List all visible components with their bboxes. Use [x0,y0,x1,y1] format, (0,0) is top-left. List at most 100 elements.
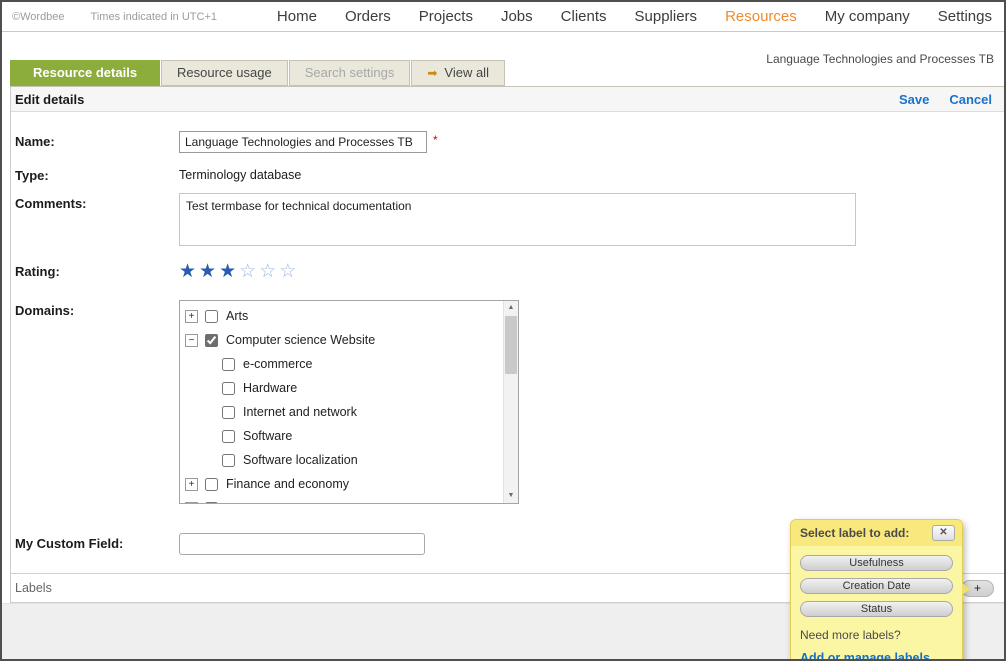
tab-resource-details-label: Resource details [33,61,137,85]
custom-field-input[interactable] [179,533,425,555]
comments-textarea[interactable]: Test termbase for technical documentatio… [179,193,856,246]
nav-suppliers[interactable]: Suppliers [635,8,698,25]
star-empty-icon[interactable]: ☆ [239,261,259,282]
checkbox-internet-network[interactable] [222,406,235,419]
tree-item-partial: + [180,496,518,504]
popup-pointer [962,583,970,595]
scrollbar-thumb[interactable] [505,316,517,374]
checkbox-software-localization[interactable] [222,454,235,467]
checkbox-computer-science[interactable] [205,334,218,347]
rating-stars[interactable]: ★★★☆☆☆ [179,261,299,283]
label-option-creation-date[interactable]: Creation Date [800,578,953,594]
nav-resources[interactable]: Resources [725,8,797,25]
tree-item-computer-science: − Computer science Website [180,328,518,352]
rating-label: Rating: [15,261,179,279]
name-row: Name: * [11,131,1004,153]
star-filled-icon[interactable]: ★ [199,261,219,282]
star-empty-icon[interactable]: ☆ [259,261,279,282]
tree-item-software-localization: Software localization [180,448,518,472]
tree-item-finance-economy: + Finance and economy [180,472,518,496]
edit-details-title: Edit details [15,92,84,107]
label-option-status[interactable]: Status [800,601,953,617]
tab-view-all-label: View all [444,61,489,85]
cancel-button[interactable]: Cancel [949,92,992,107]
tree-item-label: Arts [226,309,248,323]
required-marker: * [433,131,438,147]
domains-row: Domains: + Arts − Computer science Websi… [11,300,1004,504]
popup-header: Select label to add: ✕ [791,520,962,546]
scroll-down-icon[interactable]: ▼ [504,489,518,503]
type-row: Type: Terminology database [11,165,1004,183]
nav-home[interactable]: Home [277,8,317,25]
star-filled-icon[interactable]: ★ [179,261,199,282]
labels-title: Labels [15,581,52,595]
comments-label: Comments: [15,193,179,211]
tab-view-all[interactable]: ➡ View all [411,60,505,86]
expand-icon[interactable]: + [185,310,198,323]
tab-resource-details[interactable]: Resource details [10,60,160,86]
tree-item-hardware: Hardware [180,376,518,400]
checkbox-partial[interactable] [205,502,218,505]
tab-bar: Resource details Resource usage Search s… [10,60,506,86]
custom-field-label: My Custom Field: [15,533,179,551]
domains-tree: + Arts − Computer science Website e-comm… [179,300,519,504]
type-value: Terminology database [179,165,301,182]
tree-item-label: Internet and network [243,405,357,419]
tree-item-ecommerce: e-commerce [180,352,518,376]
star-empty-icon[interactable]: ☆ [279,261,299,282]
close-icon[interactable]: ✕ [932,525,955,541]
main-nav: Home Orders Projects Jobs Clients Suppli… [277,8,992,25]
checkbox-hardware[interactable] [222,382,235,395]
tree-item-label: Software localization [243,453,358,467]
label-picker-popup: Select label to add: ✕ Usefulness Creati… [790,519,963,661]
domains-tree-rows: + Arts − Computer science Website e-comm… [180,301,518,504]
comments-row: Comments: Test termbase for technical do… [11,193,1004,246]
tree-item-label: Software [243,429,292,443]
edit-form: Name: * Type: Terminology database Comme… [11,112,1004,555]
edit-details-bar: Edit details Save Cancel [11,86,1004,112]
tab-resource-usage[interactable]: Resource usage [161,60,288,86]
nav-projects[interactable]: Projects [419,8,473,25]
checkbox-finance-economy[interactable] [205,478,218,491]
star-filled-icon[interactable]: ★ [219,261,239,282]
arrow-right-icon: ➡ [427,67,437,79]
app-window: ©Wordbee Times indicated in UTC+1 Home O… [0,0,1006,661]
type-label: Type: [15,165,179,183]
tree-item-software: Software [180,424,518,448]
tree-item-label: Computer science Website [226,333,375,347]
nav-my-company[interactable]: My company [825,8,910,25]
tree-item-label: Hardware [243,381,297,395]
nav-clients[interactable]: Clients [561,8,607,25]
timezone-note: Times indicated in UTC+1 [91,11,217,23]
add-or-manage-labels-link[interactable]: Add or manage labels [800,651,930,661]
nav-jobs[interactable]: Jobs [501,8,533,25]
scroll-up-icon[interactable]: ▲ [504,301,518,315]
name-input[interactable] [179,131,427,153]
nav-settings[interactable]: Settings [938,8,992,25]
nav-orders[interactable]: Orders [345,8,391,25]
editbar-actions: Save Cancel [899,92,992,107]
tab-resource-usage-label: Resource usage [177,61,272,85]
collapse-icon[interactable]: − [185,334,198,347]
checkbox-ecommerce[interactable] [222,358,235,371]
label-option-usefulness[interactable]: Usefulness [800,555,953,571]
domains-label: Domains: [15,300,179,318]
header-zone: Language Technologies and Processes TB R… [2,32,1004,86]
checkbox-software[interactable] [222,430,235,443]
save-button[interactable]: Save [899,92,929,107]
checkbox-arts[interactable] [205,310,218,323]
tree-item-internet-network: Internet and network [180,400,518,424]
wordbee-copyright: ©Wordbee [12,11,65,23]
top-bar: ©Wordbee Times indicated in UTC+1 Home O… [2,2,1004,32]
resource-title: Language Technologies and Processes TB [764,52,994,67]
tree-scrollbar[interactable]: ▲ ▼ [503,301,518,503]
need-more-labels-text: Need more labels? [800,628,953,642]
tree-item-arts: + Arts [180,304,518,328]
tree-item-label: Finance and economy [226,477,349,491]
name-label: Name: [15,131,179,149]
tree-item-label: e-commerce [243,357,312,371]
expand-icon[interactable]: + [185,502,198,505]
tab-search-settings-label: Search settings [305,61,395,85]
expand-icon[interactable]: + [185,478,198,491]
tab-search-settings[interactable]: Search settings [289,60,411,86]
